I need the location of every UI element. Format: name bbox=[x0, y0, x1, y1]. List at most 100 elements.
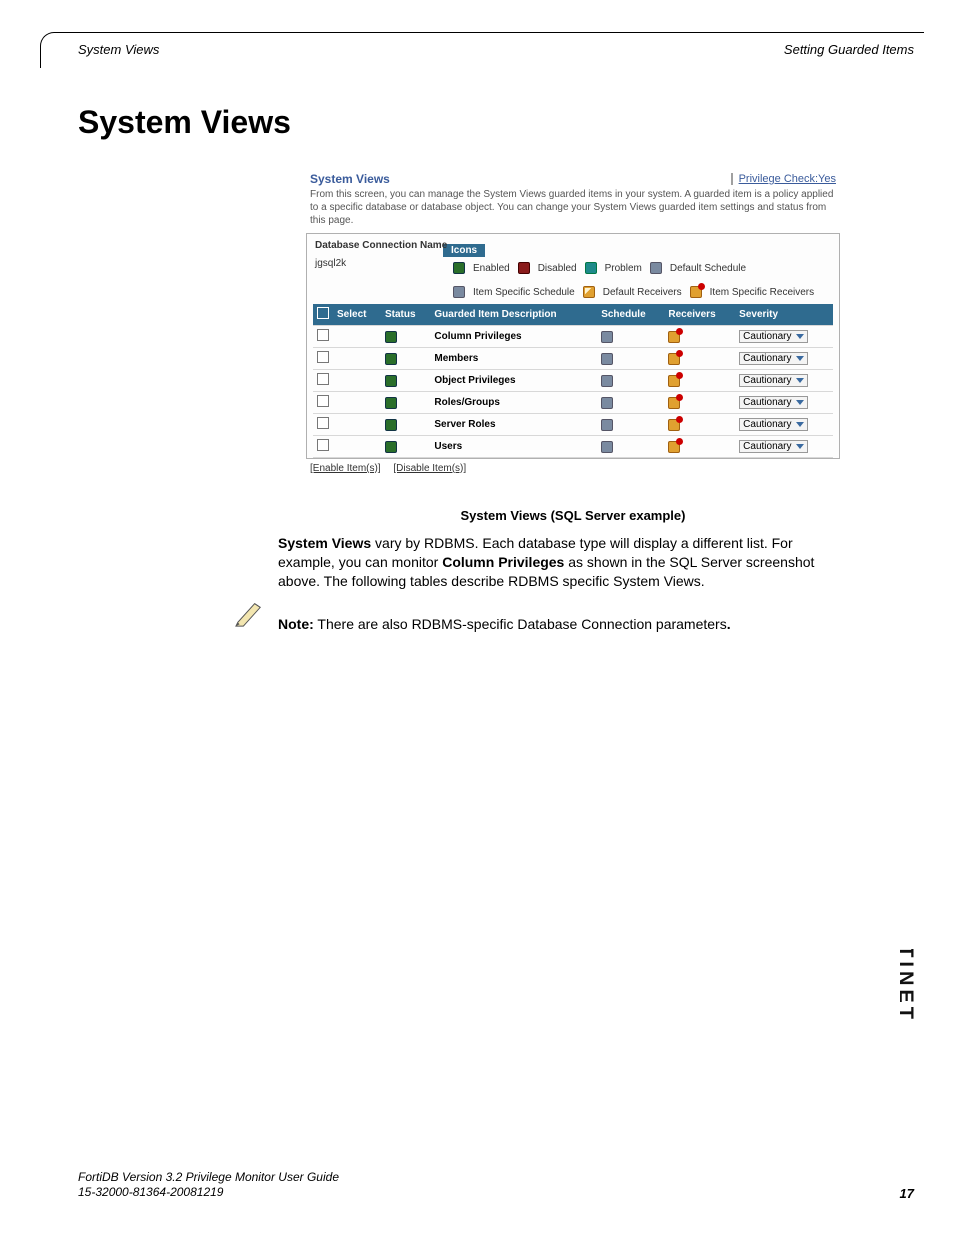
severity-select[interactable]: Cautionary bbox=[739, 440, 807, 453]
status-enabled-icon bbox=[385, 441, 397, 453]
row-desc: Users bbox=[430, 436, 597, 458]
figure-caption: System Views (SQL Server example) bbox=[302, 508, 844, 523]
chevron-down-icon bbox=[796, 378, 804, 383]
default-receivers-icon bbox=[583, 286, 595, 298]
status-enabled-icon bbox=[385, 397, 397, 409]
severity-value: Cautionary bbox=[743, 375, 791, 386]
row-checkbox[interactable] bbox=[317, 373, 329, 385]
page-number: 17 bbox=[900, 1186, 914, 1201]
table-row: Column Privileges Cautionary bbox=[313, 326, 833, 348]
body-paragraph: System Views vary by RDBMS. Each databas… bbox=[278, 534, 852, 591]
icon-legend: Enabled Disabled Problem Default Schedul… bbox=[313, 258, 833, 304]
chevron-down-icon bbox=[796, 334, 804, 339]
row-checkbox[interactable] bbox=[317, 395, 329, 407]
row-receivers-icon bbox=[668, 397, 680, 409]
disabled-icon bbox=[518, 262, 530, 274]
severity-select[interactable]: Cautionary bbox=[739, 396, 807, 409]
table-row: Server Roles Cautionary bbox=[313, 414, 833, 436]
legend-default-schedule: Default Schedule bbox=[670, 263, 746, 274]
status-enabled-icon bbox=[385, 353, 397, 365]
problem-icon bbox=[585, 262, 597, 274]
row-receivers-icon bbox=[668, 353, 680, 365]
privilege-check-link[interactable]: Privilege Check:Yes bbox=[731, 173, 836, 185]
table-row: Users Cautionary bbox=[313, 436, 833, 458]
chevron-down-icon bbox=[796, 356, 804, 361]
running-header-right: Setting Guarded Items bbox=[784, 42, 914, 57]
row-schedule-icon bbox=[601, 331, 613, 343]
footer-line2: 15-32000-81364-20081219 bbox=[78, 1185, 223, 1199]
brand-logo-text: FORTINET bbox=[900, 949, 916, 1023]
col-receivers: Receivers bbox=[664, 304, 735, 326]
row-receivers-icon bbox=[668, 441, 680, 453]
row-receivers-icon bbox=[668, 331, 680, 343]
table-row: Roles/Groups Cautionary bbox=[313, 392, 833, 414]
row-desc: Column Privileges bbox=[430, 326, 597, 348]
col-schedule: Schedule bbox=[597, 304, 664, 326]
row-schedule-icon bbox=[601, 441, 613, 453]
row-checkbox[interactable] bbox=[317, 329, 329, 341]
severity-select[interactable]: Cautionary bbox=[739, 374, 807, 387]
db-connection-name: jgsql2k bbox=[315, 258, 346, 269]
legend-default-receivers: Default Receivers bbox=[603, 287, 682, 298]
row-schedule-icon bbox=[601, 419, 613, 431]
severity-value: Cautionary bbox=[743, 441, 791, 452]
disable-items-link[interactable]: [Disable Item(s)] bbox=[393, 463, 466, 474]
note-tail: . bbox=[727, 616, 731, 632]
table-row: Members Cautionary bbox=[313, 348, 833, 370]
note-body: There are also RDBMS-specific Database C… bbox=[314, 616, 727, 632]
row-checkbox[interactable] bbox=[317, 439, 329, 451]
brand-logo: FORTINET bbox=[900, 944, 926, 1144]
chevron-down-icon bbox=[796, 422, 804, 427]
legend-problem: Problem bbox=[605, 263, 642, 274]
row-schedule-icon bbox=[601, 375, 613, 387]
legend-disabled: Disabled bbox=[538, 263, 577, 274]
legend-item-receivers: Item Specific Receivers bbox=[710, 287, 814, 298]
item-schedule-icon bbox=[453, 286, 465, 298]
row-desc: Members bbox=[430, 348, 597, 370]
severity-select[interactable]: Cautionary bbox=[739, 330, 807, 343]
severity-select[interactable]: Cautionary bbox=[739, 352, 807, 365]
enable-items-link[interactable]: [Enable Item(s)] bbox=[310, 463, 381, 474]
col-select: Select bbox=[333, 304, 381, 326]
note-text: Note: There are also RDBMS-specific Data… bbox=[278, 616, 852, 632]
embedded-screenshot: System Views Privilege Check:Yes From th… bbox=[302, 168, 844, 478]
footer-line1: FortiDB Version 3.2 Privilege Monitor Us… bbox=[78, 1170, 339, 1184]
page-title: System Views bbox=[78, 104, 291, 141]
default-schedule-icon bbox=[650, 262, 662, 274]
row-checkbox[interactable] bbox=[317, 417, 329, 429]
col-severity: Severity bbox=[735, 304, 833, 326]
col-status: Status bbox=[381, 304, 430, 326]
item-receivers-icon bbox=[690, 286, 702, 298]
row-desc: Server Roles bbox=[430, 414, 597, 436]
severity-select[interactable]: Cautionary bbox=[739, 418, 807, 431]
select-all-checkbox[interactable] bbox=[317, 307, 329, 319]
col-desc: Guarded Item Description bbox=[430, 304, 597, 326]
note-icon bbox=[234, 598, 264, 628]
severity-value: Cautionary bbox=[743, 353, 791, 364]
table-row: Object PrivilegesCautionary bbox=[313, 370, 833, 392]
row-checkbox[interactable] bbox=[317, 351, 329, 363]
severity-value: Cautionary bbox=[743, 419, 791, 430]
icons-header: Icons bbox=[443, 244, 485, 257]
running-header-left: System Views bbox=[78, 42, 159, 57]
guarded-items-table: Select Status Guarded Item Description S… bbox=[313, 304, 833, 458]
chevron-down-icon bbox=[796, 444, 804, 449]
para-mid-bold: Column Privileges bbox=[442, 554, 564, 570]
para-lead-bold: System Views bbox=[278, 535, 371, 551]
panel-title: System Views bbox=[310, 172, 390, 186]
row-receivers-icon bbox=[668, 419, 680, 431]
panel-description: From this screen, you can manage the Sys… bbox=[302, 188, 844, 233]
row-schedule-icon bbox=[601, 353, 613, 365]
chevron-down-icon bbox=[796, 400, 804, 405]
footer-left: FortiDB Version 3.2 Privilege Monitor Us… bbox=[78, 1170, 339, 1201]
db-connection-label: Database Connection Name bbox=[315, 240, 447, 251]
enabled-icon bbox=[453, 262, 465, 274]
row-desc: Roles/Groups bbox=[430, 392, 597, 414]
legend-item-schedule: Item Specific Schedule bbox=[473, 287, 575, 298]
status-enabled-icon bbox=[385, 331, 397, 343]
status-enabled-icon bbox=[385, 375, 397, 387]
row-schedule-icon bbox=[601, 397, 613, 409]
status-enabled-icon bbox=[385, 419, 397, 431]
severity-value: Cautionary bbox=[743, 397, 791, 408]
severity-value: Cautionary bbox=[743, 331, 791, 342]
